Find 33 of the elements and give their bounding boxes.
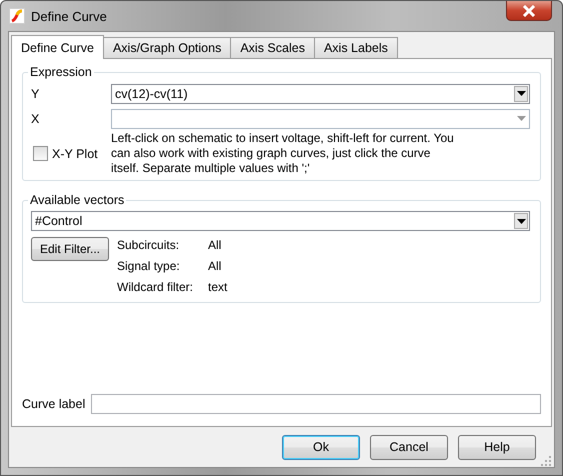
checkbox-label: X-Y Plot: [52, 146, 98, 160]
close-button[interactable]: [506, 1, 552, 21]
edit-filter-button[interactable]: Edit Filter...: [31, 237, 109, 261]
dropdown-arrow-icon: [516, 218, 526, 224]
filter-value: All: [208, 238, 222, 252]
vectors-combo-box[interactable]: #Control: [31, 211, 530, 231]
dropdown-arrow-icon: [516, 91, 526, 96]
filter-value: text: [208, 280, 228, 294]
checkbox[interactable]: [33, 146, 48, 161]
dialog-button[interactable]: Ok: [282, 434, 360, 460]
filter-label: Signal type:: [117, 259, 181, 273]
tab[interactable]: Axis Scales: [230, 37, 315, 58]
tab[interactable]: Axis/Graph Options: [102, 37, 232, 58]
group-title: Available vectors: [29, 193, 126, 207]
curve-label-label: Curve label: [22, 397, 86, 411]
y-label: Y: [31, 86, 40, 100]
curve-label-field[interactable]: [91, 394, 541, 414]
filter-label: Wildcard filter:: [117, 280, 194, 294]
y-combo-box[interactable]: cv(12)-cv(11): [111, 84, 530, 104]
hint-text: Left-click on schematic to insert voltage, shift-left for current. You can also work with existing graph curves, just click the curve itself. Separate multiple values with ';': [111, 131, 455, 176]
tab[interactable]: Axis Labels: [314, 37, 398, 58]
resize-grip-icon: [541, 456, 551, 466]
tab[interactable]: Define Curve: [11, 35, 104, 59]
window-title: Define Curve: [31, 8, 108, 24]
dialog-button[interactable]: Help: [458, 434, 536, 460]
group-title: Expression: [29, 65, 93, 79]
filter-label: Subcircuits:: [117, 238, 180, 252]
app-logo-icon: [9, 8, 25, 24]
x-label: X: [31, 112, 40, 126]
dropdown-arrow-icon: [516, 116, 526, 121]
close-icon: [522, 4, 536, 16]
filter-value: All: [208, 259, 222, 273]
dialog-button[interactable]: Cancel: [370, 434, 448, 460]
